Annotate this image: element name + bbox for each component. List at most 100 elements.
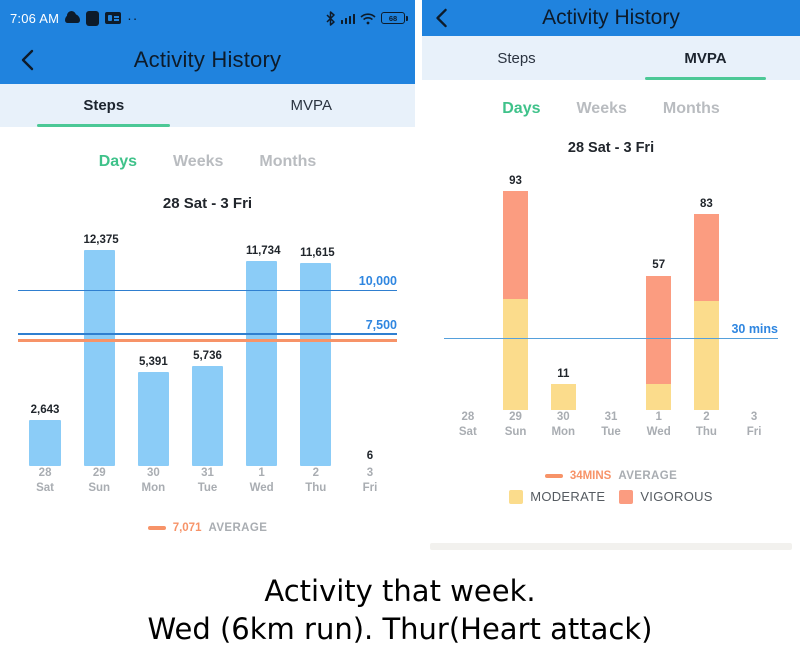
average-word-label: AVERAGE xyxy=(208,522,268,534)
caption: Activity that week. Wed (6km run). Thur(… xyxy=(0,572,800,649)
bar-column[interactable]: 83 xyxy=(694,174,719,410)
period-weeks[interactable]: Weeks xyxy=(173,153,223,171)
right-page-title: Activity History xyxy=(542,6,680,29)
goal-reference-line xyxy=(18,333,397,335)
right-tab-mvpa[interactable]: MVPA xyxy=(611,36,800,80)
mins-reference-line xyxy=(444,337,778,340)
right-tab-steps[interactable]: Steps xyxy=(422,36,611,80)
tab-bar: Steps MVPA xyxy=(0,84,415,127)
legend-vigorous: VIGOROUS xyxy=(619,489,712,504)
bar-column[interactable]: 5,736 xyxy=(191,230,224,466)
goal-reference-line xyxy=(18,289,397,292)
vigorous-segment[interactable] xyxy=(646,275,672,385)
bar-column[interactable]: 12,375 xyxy=(83,230,119,466)
moderate-swatch xyxy=(509,489,524,504)
moderate-segment[interactable] xyxy=(694,301,719,410)
right-period-days[interactable]: Days xyxy=(502,100,540,118)
bar-value-label: 12,375 xyxy=(83,233,119,246)
x-axis-label: 1 Wed xyxy=(646,411,671,438)
steps-bar[interactable] xyxy=(29,419,61,466)
bluetooth-icon xyxy=(325,10,336,26)
steps-bar[interactable] xyxy=(137,371,170,466)
bar-column[interactable] xyxy=(599,174,624,410)
bar-column[interactable] xyxy=(455,174,480,410)
signal-icon xyxy=(340,12,355,24)
card-icon xyxy=(105,12,122,24)
date-range-title: 28 Sat - 3 Fri xyxy=(162,195,253,212)
steps-bar[interactable] xyxy=(245,260,278,466)
x-axis-label: 31 Tue xyxy=(197,467,218,494)
status-bar: 7:06 AM ·· 68 xyxy=(0,0,415,36)
average-line-swatch xyxy=(147,526,166,530)
bar-column[interactable]: 5,391 xyxy=(137,230,170,466)
dots-icon: ·· xyxy=(127,10,139,26)
left-phone-panel: 7:06 AM ·· 68 Activity History Steps MVP… xyxy=(0,0,415,560)
right-tab-bar: Steps MVPA xyxy=(422,36,800,80)
vigorous-label: VIGOROUS xyxy=(640,489,713,504)
x-axis-label: 3 Fri xyxy=(746,411,762,438)
period-days[interactable]: Days xyxy=(99,153,137,171)
x-axis-label: 3 Fri xyxy=(362,467,378,494)
x-axis-label: 30 Mon xyxy=(551,411,576,438)
x-axis-label: 28 Sat xyxy=(458,411,477,438)
status-bar-left-icons: ·· xyxy=(65,10,139,26)
cloud-icon xyxy=(65,10,81,23)
mvpa-average-legend: 34MINS AVERAGE xyxy=(544,470,678,482)
steps-bar[interactable] xyxy=(191,365,224,466)
legend-moderate: MODERATE xyxy=(509,489,605,504)
x-axis-label: 29 Sun xyxy=(88,467,111,494)
tab-steps[interactable]: Steps xyxy=(0,84,208,127)
bottom-sheet-strip xyxy=(430,543,792,550)
period-selector: Days Weeks Months xyxy=(0,127,415,171)
bar-value-label: 93 xyxy=(509,174,522,187)
app-bar: Activity History xyxy=(0,36,415,84)
mvpa-average-swatch xyxy=(544,474,563,478)
bar-column[interactable]: 11,615 xyxy=(300,230,335,466)
bar-column[interactable]: 6 xyxy=(354,230,385,466)
status-bar-time: 7:06 AM xyxy=(10,10,60,26)
steps-bar[interactable] xyxy=(83,249,115,466)
screenshot-root: 7:06 AM ·· 68 Activity History Steps MVP… xyxy=(0,0,800,666)
vigorous-swatch xyxy=(619,489,634,504)
bar-column[interactable]: 57 xyxy=(646,174,672,410)
mvpa-plot-area: 93 11 57 83 30 mins xyxy=(444,174,778,410)
bar-column[interactable]: 11,734 xyxy=(245,230,281,466)
bar-column[interactable] xyxy=(742,174,767,410)
goal-line-label: 7,500 xyxy=(365,317,397,332)
moderate-segment[interactable] xyxy=(503,299,528,410)
mvpa-chart: 93 11 57 83 30 mins 34MINS AVERAGE MODERATE … xyxy=(444,174,778,504)
x-axis-label: 2 Thu xyxy=(305,467,327,494)
period-months[interactable]: Months xyxy=(259,153,316,171)
caption-line-1: Activity that week. xyxy=(264,574,536,608)
right-app-bar: Activity History xyxy=(422,0,800,36)
vigorous-segment[interactable] xyxy=(694,214,719,302)
goal-line-label: 10,000 xyxy=(358,274,397,289)
caption-line-2: Wed (6km run). Thur(Heart attack) xyxy=(147,612,653,647)
bar-value-label: 11 xyxy=(557,368,570,381)
steps-legend: 7,071 AVERAGE xyxy=(18,522,397,534)
mvpa-average-word: AVERAGE xyxy=(618,470,678,482)
right-period-weeks[interactable]: Weeks xyxy=(576,100,626,118)
x-axis-label: 30 Mon xyxy=(141,467,166,494)
bar-column[interactable]: 11 xyxy=(550,174,576,410)
bar-column[interactable]: 2,643 xyxy=(29,230,61,466)
bar-value-label: 11,734 xyxy=(245,244,281,257)
back-chevron-icon[interactable] xyxy=(8,40,48,80)
battery-level-label: 68 xyxy=(388,13,398,23)
x-axis-label: 31 Tue xyxy=(601,411,621,438)
right-period-selector: Days Weeks Months xyxy=(422,80,800,118)
bar-value-label: 5,736 xyxy=(193,349,222,362)
steps-bar[interactable] xyxy=(300,262,332,466)
tab-mvpa[interactable]: MVPA xyxy=(208,84,416,127)
steps-plot-area: 2,643 12,375 5,391 5,736 11,734 11,615 6 10,000… xyxy=(18,230,397,466)
moderate-segment[interactable] xyxy=(550,384,576,410)
status-bar-right-icons: 68 xyxy=(325,10,408,26)
moderate-segment[interactable] xyxy=(646,384,672,410)
right-period-months[interactable]: Months xyxy=(663,100,720,118)
wifi-icon xyxy=(360,12,376,25)
bar-value-label: 2,643 xyxy=(30,403,60,416)
vigorous-segment[interactable] xyxy=(503,190,528,300)
bar-column[interactable]: 93 xyxy=(503,174,528,410)
mvpa-series-legend: MODERATE VIGOROUS xyxy=(509,489,713,504)
average-value-label: 7,071 xyxy=(172,522,202,534)
